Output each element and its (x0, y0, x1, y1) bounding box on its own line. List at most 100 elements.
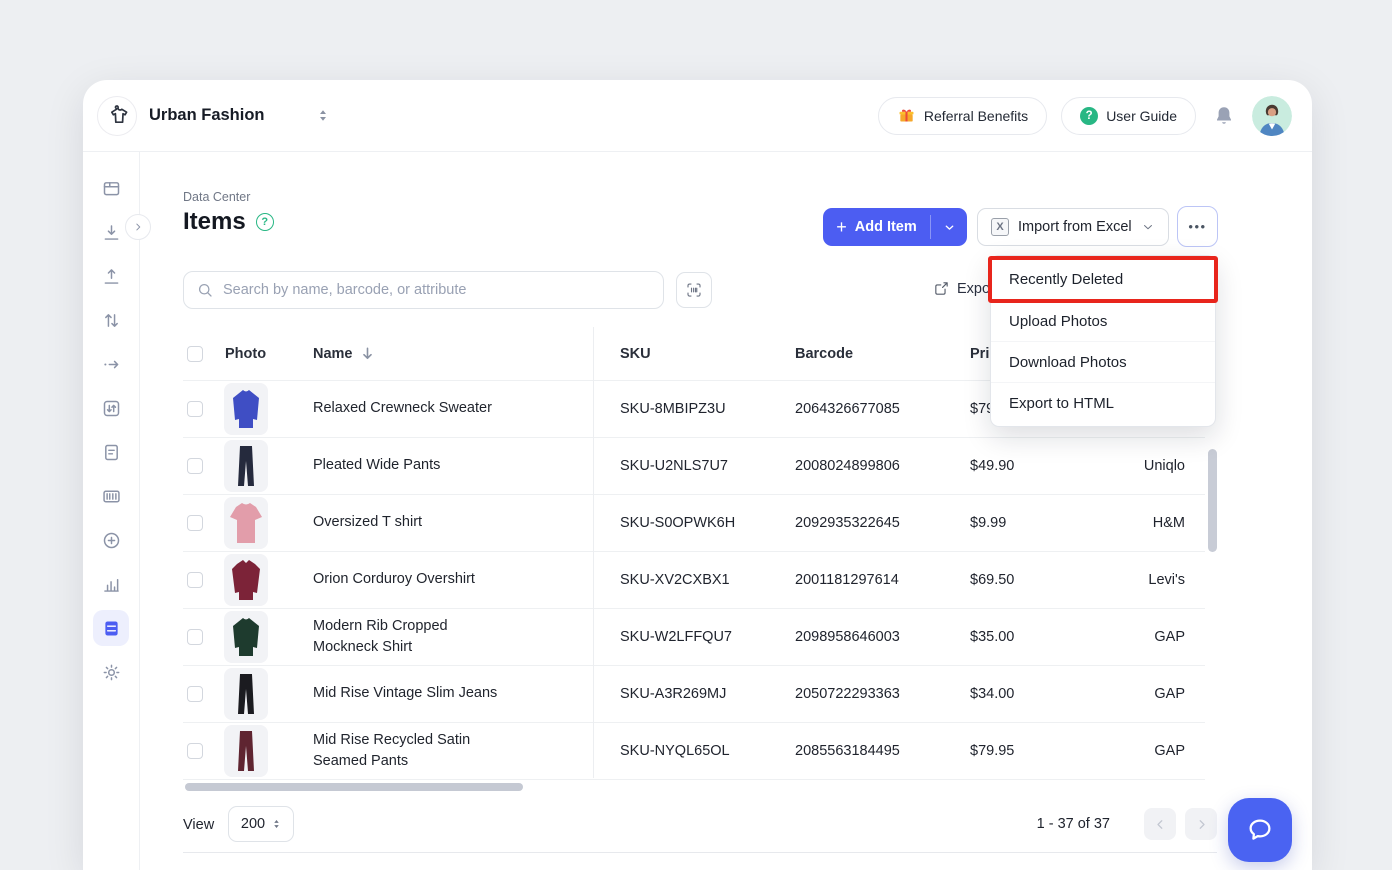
row-checkbox[interactable] (187, 458, 203, 474)
inventory-rows-icon (101, 618, 122, 639)
menu-item-upload-photos[interactable]: Upload Photos (991, 300, 1215, 341)
notifications-bell-icon[interactable] (1212, 104, 1236, 128)
item-name: Relaxed Crewneck Sweater (313, 398, 513, 419)
table-row[interactable]: Modern Rib Cropped Mockneck Shirt SKU-W2… (183, 609, 1205, 666)
sidebar-item-plus-circle[interactable] (93, 522, 129, 558)
user-guide-label: User Guide (1106, 108, 1177, 124)
item-sku: SKU-U2NLS7U7 (620, 458, 795, 474)
screen: Urban Fashion Referral Benef (0, 0, 1392, 870)
column-header-barcode: Barcode (795, 346, 970, 362)
user-avatar[interactable] (1252, 96, 1292, 136)
item-barcode: 2050722293363 (795, 686, 970, 702)
settings-gear-icon (101, 662, 122, 683)
item-brand: Uniqlo (1085, 458, 1205, 474)
product-photo (224, 497, 268, 549)
import-from-excel-button[interactable]: X Import from Excel (977, 208, 1169, 246)
table-row[interactable]: Mid Rise Vintage Slim Jeans SKU-A3R269MJ… (183, 666, 1205, 723)
top-bar-actions: Referral Benefits ? User Guide (878, 96, 1292, 136)
add-item-label: Add Item (855, 219, 917, 235)
column-header-name[interactable]: Name (313, 346, 620, 362)
next-page-button[interactable] (1185, 808, 1217, 840)
item-sku: SKU-NYQL65OL (620, 743, 795, 759)
app-logo (97, 96, 137, 136)
sidebar-item-upload[interactable] (93, 258, 129, 294)
row-checkbox[interactable] (187, 686, 203, 702)
item-brand: GAP (1085, 686, 1205, 702)
row-checkbox[interactable] (187, 743, 203, 759)
item-brand: H&M (1085, 515, 1205, 531)
item-sku: SKU-8MBIPZ3U (620, 401, 795, 417)
sidebar-item-archive-box[interactable] (93, 170, 129, 206)
add-item-dropdown-chevron-icon[interactable] (931, 221, 967, 234)
table-row[interactable]: Orion Corduroy Overshirt SKU-XV2CXBX1 20… (183, 552, 1205, 609)
items-help-icon[interactable]: ? (256, 213, 274, 231)
item-name: Mid Rise Vintage Slim Jeans (313, 683, 513, 704)
sidebar-item-bar-chart[interactable] (93, 566, 129, 602)
sidebar (83, 152, 140, 870)
referral-benefits-label: Referral Benefits (924, 108, 1028, 124)
note-icon (101, 442, 122, 463)
scan-barcode-icon (685, 281, 703, 299)
sidebar-item-note[interactable] (93, 434, 129, 470)
gift-icon (897, 106, 916, 125)
download-icon (101, 222, 122, 243)
row-checkbox[interactable] (187, 629, 203, 645)
column-divider (593, 327, 594, 778)
table-row[interactable]: Pleated Wide Pants SKU-U2NLS7U7 20080248… (183, 438, 1205, 495)
more-actions-button[interactable]: ••• (1177, 206, 1218, 247)
sidebar-item-inventory-rows[interactable] (93, 610, 129, 646)
sidebar-item-move-out-arrow[interactable] (93, 346, 129, 382)
item-sku: SKU-S0OPWK6H (620, 515, 795, 531)
table-row[interactable]: Oversized T shirt SKU-S0OPWK6H 209293532… (183, 495, 1205, 552)
sidebar-item-barcode[interactable] (93, 478, 129, 514)
add-item-button[interactable]: + Add Item (823, 208, 967, 246)
row-checkbox[interactable] (187, 515, 203, 531)
product-photo (224, 383, 268, 435)
sidebar-item-download[interactable] (93, 214, 129, 250)
barcode-scan-button[interactable] (676, 272, 712, 308)
page-title: Items (183, 208, 246, 236)
item-brand: GAP (1085, 629, 1205, 645)
excel-file-icon: X (991, 218, 1009, 236)
table-row[interactable]: Mid Rise Recycled Satin Seamed Pants SKU… (183, 723, 1205, 780)
bar-chart-icon (101, 574, 122, 595)
sidebar-expand-button[interactable] (125, 214, 151, 240)
more-actions-menu: Recently DeletedUpload PhotosDownload Ph… (990, 255, 1216, 427)
sidebar-item-sort-box[interactable] (93, 390, 129, 426)
item-price: $9.99 (970, 515, 1085, 531)
referral-benefits-button[interactable]: Referral Benefits (878, 97, 1047, 135)
row-checkbox[interactable] (187, 572, 203, 588)
sidebar-item-swap-vertical[interactable] (93, 302, 129, 338)
workspace-switcher-icon[interactable] (317, 109, 329, 122)
item-barcode: 2064326677085 (795, 401, 970, 417)
item-name: Pleated Wide Pants (313, 455, 513, 476)
row-checkbox[interactable] (187, 401, 203, 417)
vertical-scrollbar-thumb[interactable] (1208, 449, 1217, 552)
plus-circle-icon (101, 530, 122, 551)
menu-item-download-photos[interactable]: Download Photos (991, 341, 1215, 382)
select-all-checkbox[interactable] (187, 346, 203, 362)
workspace-name[interactable]: Urban Fashion (149, 106, 265, 125)
column-header-photo: Photo (223, 346, 313, 362)
top-bar: Urban Fashion Referral Benef (83, 80, 1312, 152)
plus-icon: + (836, 218, 847, 236)
item-brand: GAP (1085, 743, 1205, 759)
view-label: View (183, 817, 214, 833)
search-box (183, 271, 664, 309)
user-guide-button[interactable]: ? User Guide (1061, 97, 1196, 135)
previous-page-button[interactable] (1144, 808, 1176, 840)
search-input[interactable] (223, 282, 651, 298)
table-body: Relaxed Crewneck Sweater SKU-8MBIPZ3U 20… (183, 381, 1205, 780)
move-out-arrow-icon (101, 354, 122, 375)
page-size-select[interactable]: 200 (228, 806, 294, 842)
sidebar-item-settings-gear[interactable] (93, 654, 129, 690)
menu-item-recently-deleted[interactable]: Recently Deleted (991, 259, 1215, 300)
chat-support-button[interactable] (1228, 798, 1292, 862)
swap-vertical-icon (101, 310, 122, 331)
menu-item-export-to-html[interactable]: Export to HTML (991, 382, 1215, 423)
product-photo (224, 554, 268, 606)
item-barcode: 2001181297614 (795, 572, 970, 588)
title-row: Items ? (183, 208, 274, 236)
sort-box-icon (101, 398, 122, 419)
horizontal-scrollbar-thumb[interactable] (185, 783, 523, 791)
